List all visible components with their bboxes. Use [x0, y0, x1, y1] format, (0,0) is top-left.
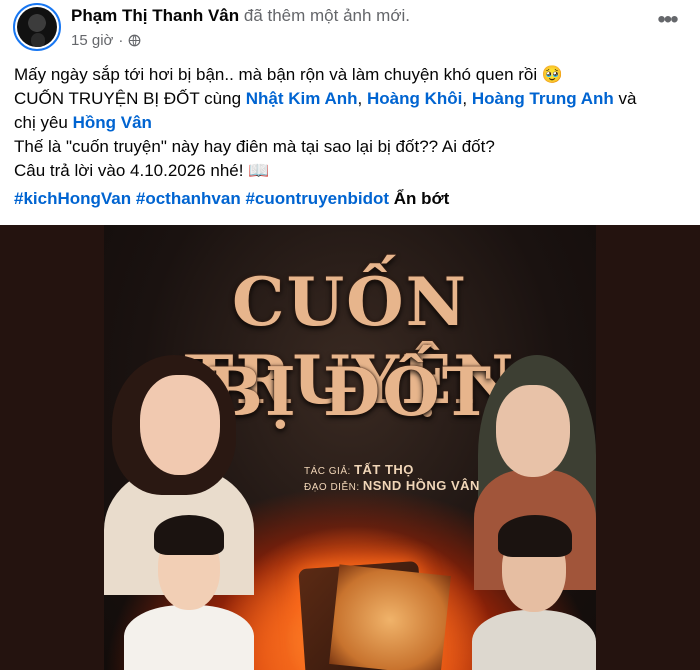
post-meta: 15 giờ · — [71, 32, 141, 49]
actor-left-body — [124, 605, 254, 670]
text-segment: chị yêu — [14, 113, 73, 132]
actor-right-body — [472, 610, 596, 670]
post-time[interactable]: 15 giờ — [71, 32, 113, 49]
post-action-text: đã thêm một ảnh mới. — [243, 6, 410, 25]
author-name[interactable]: Phạm Thị Thanh Vân — [71, 6, 239, 25]
see-less-link[interactable]: Ẩn bớt — [394, 189, 450, 208]
hashtag-kichhongvan[interactable]: #kichHongVan — [14, 189, 131, 208]
actor-left-hair — [154, 515, 224, 555]
post-text-line-4: Thế là "cuốn truyện" này hay điên mà tại… — [14, 137, 495, 156]
actress-right-face — [496, 385, 570, 477]
actor-right-hair — [498, 515, 572, 557]
director-label: ĐẠO DIỄN: — [304, 482, 360, 493]
text-segment: CUỐN TRUYỆN BỊ ĐỐT cùng — [14, 89, 246, 108]
post-photo[interactable]: CUỐN TRUYỆN BỊ ĐỐT TÁC GIẢ: TẤT THỌ ĐẠO … — [0, 225, 700, 670]
hashtag-octhanhvan[interactable]: #octhanhvan — [136, 189, 241, 208]
post-text-line-2: CUỐN TRUYỆN BỊ ĐỐT cùng Nhật Kim Anh, Ho… — [14, 87, 690, 111]
author-credit: TÁC GIẢ: TẤT THỌ — [304, 463, 480, 479]
text-separator: , — [462, 89, 472, 108]
director-value: NSND HỒNG VÂN — [362, 478, 480, 493]
author-line: Phạm Thị Thanh Vân đã thêm một ảnh mới. — [71, 6, 410, 26]
burning-book-page — [329, 564, 451, 670]
mention-hoang-khoi[interactable]: Hoàng Khôi — [367, 89, 462, 108]
director-credit: ĐẠO DIỄN: NSND HỒNG VÂN — [304, 479, 480, 495]
meta-separator: · — [118, 32, 124, 49]
author-value: TẤT THỌ — [354, 462, 414, 477]
mention-nhat-kim-anh[interactable]: Nhật Kim Anh — [246, 89, 358, 108]
more-dots-icon[interactable]: ••• — [654, 8, 680, 36]
text-separator: , — [357, 89, 367, 108]
hashtag-row: #kichHongVan #octhanhvan #cuontruyenbido… — [14, 189, 449, 209]
avatar-image — [17, 7, 57, 47]
author-label: TÁC GIẢ: — [304, 466, 351, 477]
post-text: Mấy ngày sắp tới hơi bị bận.. mà bận rộn… — [14, 63, 690, 183]
mention-hoang-trung-anh[interactable]: Hoàng Trung Anh — [472, 89, 614, 108]
post-header: Phạm Thị Thanh Vân đã thêm một ảnh mới. … — [0, 0, 700, 58]
post-text-line-3: chị yêu Hồng Vân — [14, 111, 690, 135]
actress-left-face — [140, 375, 220, 475]
text-segment: và — [613, 89, 637, 108]
globe-icon[interactable] — [128, 34, 141, 47]
author-avatar[interactable] — [13, 3, 61, 51]
poster-credits: TÁC GIẢ: TẤT THỌ ĐẠO DIỄN: NSND HỒNG VÂN — [304, 463, 480, 495]
mention-hong-van[interactable]: Hồng Vân — [73, 113, 152, 132]
hashtag-cuontruyenbidot[interactable]: #cuontruyenbidot — [245, 189, 389, 208]
movie-poster: CUỐN TRUYỆN BỊ ĐỐT TÁC GIẢ: TẤT THỌ ĐẠO … — [104, 225, 596, 670]
post-text-line-1: Mấy ngày sắp tới hơi bị bận.. mà bận rộn… — [14, 65, 564, 84]
post-text-line-5: Câu trả lời vào 4.10.2026 nhé! 📖 — [14, 161, 270, 180]
